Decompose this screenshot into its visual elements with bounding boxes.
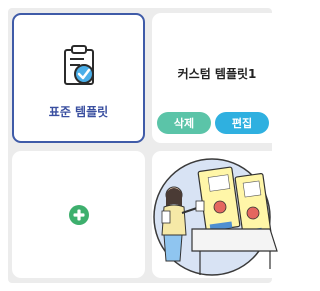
edit-button[interactable]: 편집 — [215, 112, 269, 134]
clipboard-check-icon — [63, 45, 94, 85]
image-template-card[interactable] — [152, 151, 282, 278]
custom-template-card[interactable]: 커스텀 템플릿1 삭제 편집 — [152, 13, 282, 143]
add-template-card[interactable] — [12, 151, 145, 278]
delete-button[interactable]: 삭제 — [157, 112, 211, 134]
standard-template-label: 표준 템플릿 — [48, 105, 109, 119]
custom-template-title: 커스텀 템플릿1 — [177, 67, 257, 81]
standard-template-card[interactable]: 표준 템플릿 — [12, 13, 145, 143]
plus-circle-icon — [68, 204, 89, 225]
woman-voting-illustration — [153, 158, 278, 276]
